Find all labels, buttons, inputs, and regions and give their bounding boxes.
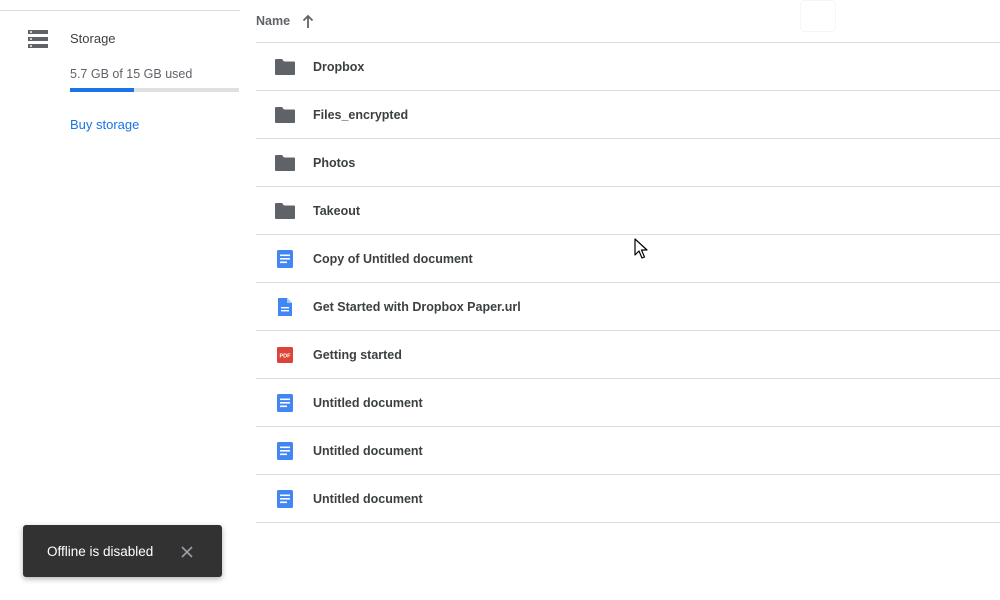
offline-snackbar: Offline is disabled [23,525,222,577]
file-row[interactable]: Untitled document [256,427,1000,475]
file-name: Dropbox [313,60,365,74]
google-doc-icon [274,249,296,269]
file-row[interactable]: Untitled document [256,475,1000,523]
storage-label[interactable]: Storage [70,31,116,46]
mouse-cursor-icon [634,238,648,259]
file-row[interactable]: Dropbox [256,43,1000,91]
file-row[interactable]: Get Started with Dropbox Paper.url [256,283,1000,331]
google-doc-icon [274,393,296,413]
google-doc-icon [274,441,296,461]
file-name: Copy of Untitled document [313,252,473,266]
arrow-upward-icon[interactable] [301,14,315,30]
file-name: Photos [313,156,356,170]
file-row[interactable]: Copy of Untitled document [256,235,1000,283]
file-name: Untitled document [313,444,423,458]
storage-usage-bar [70,88,239,92]
name-column-header[interactable]: Name [256,14,290,28]
file-list-panel: Name Dropbox Files_encrypted Photos Takeout… [256,0,1000,600]
pdf-icon: PDF [274,345,296,365]
folder-icon [274,201,296,221]
storage-usage-text: 5.7 GB of 15 GB used [70,67,193,81]
file-doc-icon [274,297,296,317]
buy-storage-link[interactable]: Buy storage [70,117,139,132]
file-name: Takeout [313,204,360,218]
file-row[interactable]: Files_encrypted [256,91,1000,139]
snackbar-message: Offline is disabled [47,544,154,559]
file-row[interactable]: Takeout [256,187,1000,235]
google-doc-icon [274,489,296,509]
sidebar: Storage 5.7 GB of 15 GB used Buy storage [0,0,240,600]
file-row[interactable]: Photos [256,139,1000,187]
file-row[interactable]: Untitled document [256,379,1000,427]
file-row[interactable]: PDF Getting started [256,331,1000,379]
file-name: Get Started with Dropbox Paper.url [313,300,521,314]
file-name: Files_encrypted [313,108,409,122]
svg-text:PDF: PDF [280,354,292,360]
folder-icon [274,57,296,77]
folder-icon [274,105,296,125]
faint-placeholder [800,0,836,32]
folder-icon [274,153,296,173]
sidebar-divider [0,10,240,11]
file-list: Dropbox Files_encrypted Photos Takeout Copy … [256,43,1000,523]
storage-icon [28,30,48,48]
file-name: Untitled document [313,396,423,410]
close-icon[interactable] [180,545,194,559]
storage-nav-item[interactable] [28,30,48,48]
file-name: Getting started [313,348,402,362]
storage-usage-bar-fill [70,88,135,92]
file-list-header: Name [256,0,1000,43]
file-name: Untitled document [313,492,423,506]
